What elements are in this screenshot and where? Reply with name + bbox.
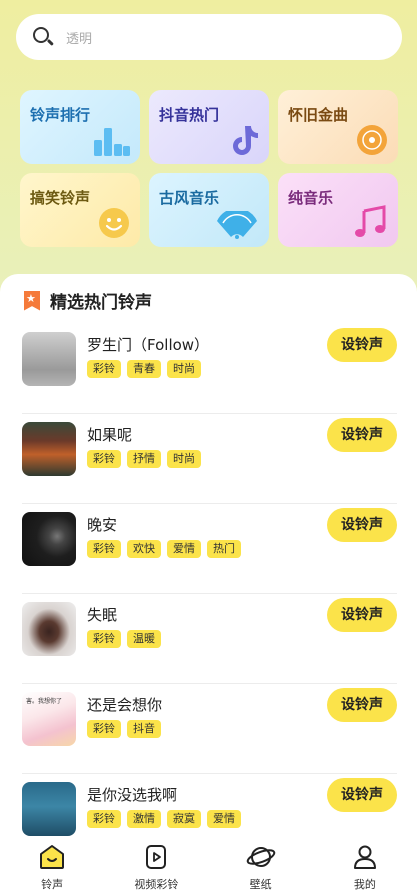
- category-label: 纯音乐: [288, 189, 334, 207]
- tag: 彩铃: [87, 540, 121, 558]
- album-cover: [22, 332, 76, 386]
- song-title: 是你没选我啊: [87, 786, 178, 804]
- vinyl-record-icon: [357, 125, 387, 155]
- tag: 抒情: [127, 450, 161, 468]
- search-icon: [32, 26, 54, 48]
- song-title: 还是会想你: [87, 696, 163, 714]
- album-cover: [22, 602, 76, 656]
- tag-list: 彩铃 温暖: [87, 630, 167, 648]
- song-title: 如果呢: [87, 426, 133, 444]
- tab-label: 壁纸: [249, 878, 272, 891]
- category-grid: 铃声排行 抖音热门 怀旧金曲 搞笑铃声 古风音乐 纯音乐: [20, 90, 398, 247]
- song-row[interactable]: 失眠 彩铃 温暖 设铃声: [20, 594, 397, 684]
- user-icon: [353, 845, 376, 869]
- tag: 彩铃: [87, 360, 121, 378]
- category-label: 抖音热门: [159, 106, 220, 124]
- tag: 时尚: [167, 450, 201, 468]
- tag: 时尚: [167, 360, 201, 378]
- tab-label: 视频彩铃: [134, 878, 179, 891]
- song-row[interactable]: 罗生门（Follow） 彩铃 青春 时尚 设铃声: [20, 324, 397, 414]
- tag: 激情: [127, 810, 161, 828]
- tag-list: 彩铃 抖音: [87, 720, 167, 738]
- song-title: 晚安: [87, 516, 118, 534]
- fan-icon: [217, 211, 257, 239]
- category-label: 搞笑铃声: [30, 189, 91, 207]
- bar-chart-icon: [94, 128, 130, 156]
- search-placeholder: 透明: [66, 31, 93, 47]
- tag-list: 彩铃 激情 寂寞 爱情: [87, 810, 247, 828]
- tag: 欢快: [127, 540, 161, 558]
- tab-wallpaper[interactable]: 壁纸: [209, 836, 313, 892]
- category-ringtone-rank[interactable]: 铃声排行: [20, 90, 140, 164]
- tab-video-ringtone[interactable]: 视频彩铃: [104, 836, 208, 892]
- album-cover: [22, 422, 76, 476]
- bell-home-icon: [40, 845, 65, 869]
- set-ringtone-button[interactable]: 设铃声: [327, 418, 397, 452]
- set-ringtone-button[interactable]: 设铃声: [327, 778, 397, 812]
- tag: 彩铃: [87, 450, 121, 468]
- album-cover-text: 害。我想你了: [26, 698, 63, 705]
- tiktok-icon: [233, 126, 258, 155]
- tag-list: 彩铃 青春 时尚: [87, 360, 207, 378]
- tag: 爱情: [207, 810, 241, 828]
- tag: 寂寞: [167, 810, 201, 828]
- song-row[interactable]: 如果呢 彩铃 抒情 时尚 设铃声: [20, 414, 397, 504]
- bottom-tab-bar: 铃声 视频彩铃 壁纸 我的: [0, 836, 417, 892]
- tab-label: 我的: [353, 878, 376, 891]
- category-label: 怀旧金曲: [288, 106, 349, 124]
- tag: 抖音: [127, 720, 161, 738]
- category-douyin-hot[interactable]: 抖音热门: [149, 90, 269, 164]
- smiley-icon: [99, 208, 129, 238]
- set-ringtone-button[interactable]: 设铃声: [327, 328, 397, 362]
- tag: 温暖: [127, 630, 161, 648]
- category-label: 铃声排行: [30, 106, 91, 124]
- album-cover: [22, 512, 76, 566]
- category-label: 古风音乐: [159, 189, 220, 207]
- category-golden-oldies[interactable]: 怀旧金曲: [278, 90, 398, 164]
- bookmark-star-icon: [24, 290, 40, 311]
- category-ancient-style[interactable]: 古风音乐: [149, 173, 269, 247]
- song-row[interactable]: 晚安 彩铃 欢快 爱情 热门 设铃声: [20, 504, 397, 594]
- song-title: 失眠: [87, 606, 118, 624]
- tab-label: 铃声: [41, 878, 64, 891]
- music-note-icon: [355, 205, 386, 237]
- search-bar[interactable]: 透明: [16, 14, 402, 60]
- section-title: 精选热门铃声: [50, 293, 152, 313]
- tag: 彩铃: [87, 720, 121, 738]
- tag: 热门: [207, 540, 241, 558]
- tag: 爱情: [167, 540, 201, 558]
- tag: 彩铃: [87, 630, 121, 648]
- video-icon: [146, 845, 167, 869]
- song-title: 罗生门（Follow）: [87, 336, 210, 354]
- tag-list: 彩铃 欢快 爱情 热门: [87, 540, 247, 558]
- tag: 彩铃: [87, 810, 121, 828]
- tag: 青春: [127, 360, 161, 378]
- tab-ringtones[interactable]: 铃声: [0, 836, 104, 892]
- album-cover: [22, 782, 76, 836]
- tab-profile[interactable]: 我的: [313, 836, 417, 892]
- category-funny-ringtones[interactable]: 搞笑铃声: [20, 173, 140, 247]
- set-ringtone-button[interactable]: 设铃声: [327, 508, 397, 542]
- song-row[interactable]: 害。我想你了 还是会想你 彩铃 抖音 设铃声: [20, 684, 397, 774]
- section-header: 精选热门铃声: [24, 288, 152, 313]
- set-ringtone-button[interactable]: 设铃声: [327, 688, 397, 722]
- planet-icon: [246, 847, 275, 867]
- hot-ringtones-panel: 精选热门铃声 罗生门（Follow） 彩铃 青春 时尚 设铃声 如果呢 彩铃 抒…: [0, 274, 417, 892]
- tag-list: 彩铃 抒情 时尚: [87, 450, 207, 468]
- category-pure-music[interactable]: 纯音乐: [278, 173, 398, 247]
- album-cover: 害。我想你了: [22, 692, 76, 746]
- set-ringtone-button[interactable]: 设铃声: [327, 598, 397, 632]
